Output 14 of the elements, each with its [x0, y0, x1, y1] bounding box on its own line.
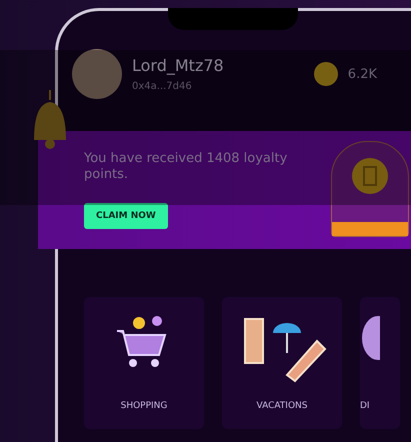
category-label: DI [360, 401, 370, 411]
coin-icon [314, 62, 338, 86]
category-label: VACATIONS [256, 401, 308, 411]
category-card[interactable]: DI [360, 297, 400, 429]
category-card[interactable]: VACATIONS [222, 297, 342, 429]
claim-button[interactable]: CLAIM NOW [84, 203, 168, 229]
username: Lord_Mtz78 [132, 56, 225, 75]
coin-balance: 6.2K [348, 66, 377, 82]
avatar [72, 49, 122, 99]
coin-icon [350, 156, 390, 196]
category-label: SHOPPING [120, 401, 168, 411]
category-card[interactable]: SHOPPING [84, 297, 204, 429]
notification-message: You have received 1408 loyalty points. [84, 151, 288, 183]
wallet-address: 0x4a...7d46 [132, 81, 193, 92]
